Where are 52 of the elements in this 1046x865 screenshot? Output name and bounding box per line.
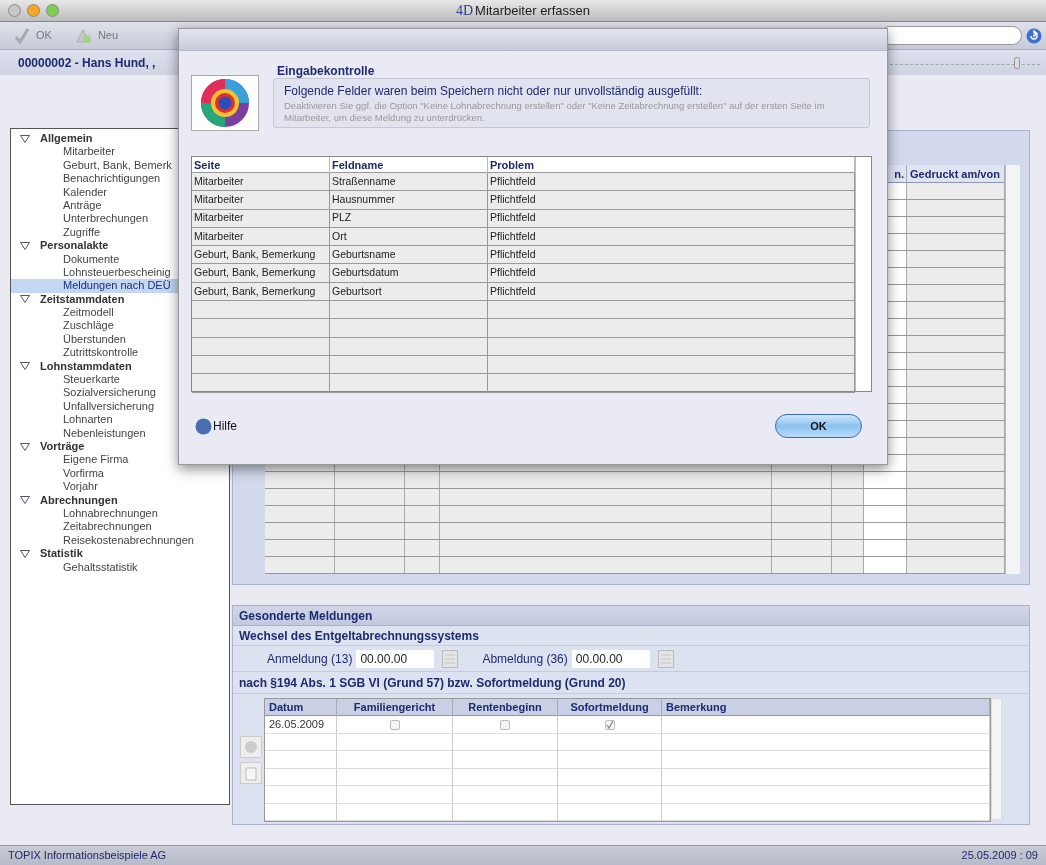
table-cell: PLZ xyxy=(330,209,488,227)
table-cell: Mitarbeiter xyxy=(192,173,330,191)
section-title: nach §194 Abs. 1 SGB VI (Grund 57) bzw. Sofortmeldung (Grund 20) xyxy=(233,672,1029,694)
sidebar-group[interactable]: Lohnstammdaten xyxy=(40,359,132,374)
table-cell: Geburt, Bank, Bemerkung xyxy=(192,282,330,301)
help-button[interactable]: Hilfe xyxy=(195,417,237,435)
window-title: Mitarbeiter erfassen xyxy=(475,1,590,20)
status-datetime: 25.05.2009 : 09 xyxy=(961,848,1038,864)
table-cell: Mitarbeiter xyxy=(192,227,330,246)
sidebar-item[interactable]: Vorfirma xyxy=(11,466,229,481)
table-cell: Mitarbeiter xyxy=(192,209,330,227)
section-title: Wechsel des Entgeltabrechnungssystems xyxy=(233,626,1029,646)
record-title: 00000002 - Hans Hund, , xyxy=(18,54,156,72)
table-cell: Hausnummer xyxy=(330,191,488,209)
column-header[interactable]: Seite xyxy=(192,157,330,173)
column-header[interactable]: Familiengericht xyxy=(337,699,453,716)
section-header: Gesonderte Meldungen xyxy=(233,606,1029,626)
sidebar-item[interactable]: Lohnabrechnungen xyxy=(11,506,229,521)
message-text: Folgende Felder waren beim Speichern nicht oder nur unvollständig ausgefüllt: xyxy=(284,83,704,100)
field-label: Anmeldung (13) xyxy=(267,650,353,668)
column-header[interactable]: Rentenbeginn xyxy=(453,699,558,716)
date-field[interactable]: 00.00.00 xyxy=(571,649,650,668)
table-cell: Geburtsdatum xyxy=(330,264,488,282)
column-header[interactable]: Sofortmeldung xyxy=(558,699,662,716)
sidebar-group[interactable]: Vorträge xyxy=(40,440,85,454)
sidebar-group[interactable]: Abrechnungen xyxy=(40,493,118,507)
sidebar-group[interactable]: Allgemein xyxy=(40,132,93,146)
dialog-title: Eingabekontrolle xyxy=(276,63,376,76)
table-cell: Ort xyxy=(330,227,488,246)
table-cell: Geburt, Bank, Bemerkung xyxy=(192,264,330,282)
sidebar-group[interactable]: Zeitstammdaten xyxy=(40,292,125,307)
sidebar-item[interactable]: Reisekostenabrechnungen xyxy=(11,533,229,548)
field-label: Abmeldung (36) xyxy=(482,650,568,668)
table-cell: Geburtsort xyxy=(330,282,488,301)
table-cell: 26.05.2009 xyxy=(265,716,337,733)
sidebar-group[interactable]: Personalakte xyxy=(40,239,109,253)
table-cell: Straßenname xyxy=(330,173,488,191)
sidebar-group[interactable]: Statistik xyxy=(40,547,83,561)
sidebar-item[interactable]: Gehaltsstatistik xyxy=(11,560,229,574)
table-cell: Mitarbeiter xyxy=(192,191,330,209)
date-field[interactable]: 00.00.00 xyxy=(356,649,435,668)
table-cell: Geburt, Bank, Bemerkung xyxy=(192,246,330,264)
column-header[interactable]: Datum xyxy=(265,699,337,716)
app-logo: 4D xyxy=(456,2,474,20)
status-text: TOPIX Informationsbeispiele AG xyxy=(8,848,167,864)
column-header[interactable]: Bemerkung xyxy=(662,699,990,716)
hint-text: Deaktivieren Sie ggf. die Option "Keine Lohnabrechnung erstellen" oder "Keine Zeitabrechnung erstellen" auf der ersten Seite im Mitarbeiter, um diese Meldung zu unterdrücken. xyxy=(284,100,826,124)
sidebar-item[interactable]: Vorjahr xyxy=(11,480,229,494)
table-cell: Geburtsname xyxy=(330,246,488,264)
sidebar-item[interactable]: Zeitabrechnungen xyxy=(11,520,229,534)
ok-button[interactable]: OK xyxy=(775,414,862,438)
column-header[interactable]: Feldname xyxy=(330,157,488,173)
